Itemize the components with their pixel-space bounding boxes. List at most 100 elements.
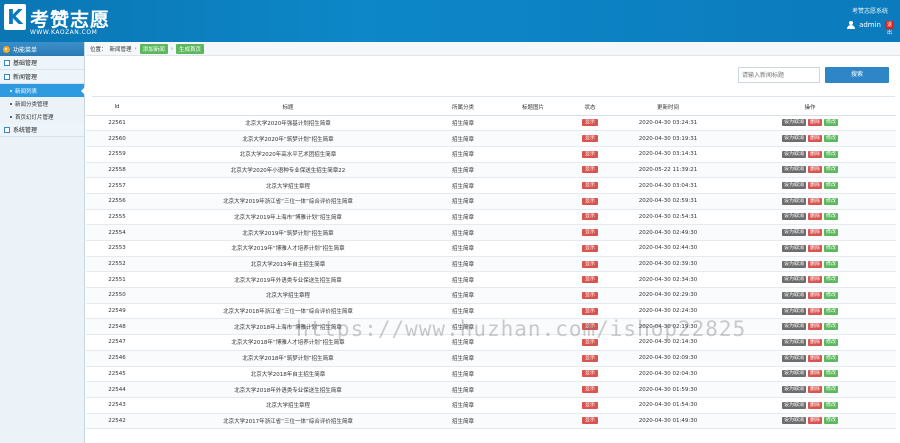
sidebar-subitem-slides[interactable]: 首页幻灯片管理: [0, 110, 84, 123]
cell-title[interactable]: 北京大学2019年上海市“博雅计划”招生简章: [148, 209, 428, 226]
delete-button[interactable]: 删除: [807, 135, 822, 143]
cell-title[interactable]: 北京大学2019年外语类专业保送生招生简章: [148, 271, 428, 289]
delete-button[interactable]: 删除: [807, 323, 822, 331]
toggle-top-button[interactable]: 设为取消: [781, 386, 806, 394]
cell-title[interactable]: 北京大学招生章程: [148, 177, 428, 194]
status-badge[interactable]: 显示: [581, 166, 598, 174]
toggle-top-button[interactable]: 设为取消: [781, 401, 806, 409]
status-badge[interactable]: 显示: [581, 229, 598, 237]
cell-title[interactable]: 北京大学2020年高水平艺术团招生简章: [148, 146, 428, 163]
cell-title[interactable]: 北京大学2018年自主招生简章: [148, 366, 428, 383]
exit-icon[interactable]: 退出: [885, 21, 894, 36]
edit-button[interactable]: 修改: [824, 150, 839, 158]
edit-button[interactable]: 修改: [824, 307, 839, 315]
delete-button[interactable]: 删除: [807, 370, 822, 378]
edit-button[interactable]: 修改: [824, 135, 839, 143]
status-badge[interactable]: 显示: [581, 323, 598, 331]
delete-button[interactable]: 删除: [807, 260, 822, 268]
status-badge[interactable]: 显示: [581, 244, 598, 252]
edit-button[interactable]: 修改: [824, 370, 839, 378]
toggle-top-button[interactable]: 设为取消: [781, 135, 806, 143]
toggle-top-button[interactable]: 设为取消: [781, 150, 806, 158]
cell-title[interactable]: 北京大学2019年“筑梦计划”招生简章: [148, 224, 428, 241]
edit-button[interactable]: 修改: [824, 244, 839, 252]
cell-title[interactable]: 北京大学2018年外语类专业保送生招生简章: [148, 381, 428, 398]
toggle-top-button[interactable]: 设为取消: [781, 370, 806, 378]
toggle-top-button[interactable]: 设为取消: [781, 182, 806, 190]
edit-button[interactable]: 修改: [824, 291, 839, 299]
edit-button[interactable]: 修改: [824, 338, 839, 346]
edit-button[interactable]: 修改: [824, 276, 839, 284]
cell-title[interactable]: 北京大学2017年浙江省“三位一体”综合评价招生简章: [148, 413, 428, 430]
toggle-top-button[interactable]: 设为取消: [781, 307, 806, 315]
cell-title[interactable]: 北京大学2018年“筑梦计划”招生简章: [148, 350, 428, 367]
cell-title[interactable]: 北京大学2019年“博雅人才培养计划”招生简章: [148, 240, 428, 257]
toggle-top-button[interactable]: 设为取消: [781, 197, 806, 205]
toggle-top-button[interactable]: 设为取消: [781, 119, 806, 127]
status-badge[interactable]: 显示: [581, 135, 598, 143]
delete-button[interactable]: 删除: [807, 119, 822, 127]
edit-button[interactable]: 修改: [824, 386, 839, 394]
cell-title[interactable]: 北京大学2018年“博雅人才培养计划”招生简章: [148, 334, 428, 351]
toggle-top-button[interactable]: 设为取消: [781, 229, 806, 237]
toggle-top-button[interactable]: 设为取消: [781, 354, 806, 362]
edit-button[interactable]: 修改: [824, 354, 839, 362]
toggle-top-button[interactable]: 设为取消: [781, 417, 806, 425]
delete-button[interactable]: 删除: [807, 213, 822, 221]
generate-home-button[interactable]: 生成首页: [175, 43, 204, 54]
cell-title[interactable]: 北京大学招生章程: [148, 397, 428, 414]
status-badge[interactable]: 显示: [581, 182, 598, 190]
toggle-top-button[interactable]: 设为取消: [781, 244, 806, 252]
status-badge[interactable]: 显示: [581, 338, 598, 346]
toggle-top-button[interactable]: 设为取消: [781, 166, 806, 174]
edit-button[interactable]: 修改: [824, 119, 839, 127]
status-badge[interactable]: 显示: [581, 401, 598, 409]
delete-button[interactable]: 删除: [807, 291, 822, 299]
edit-button[interactable]: 修改: [824, 229, 839, 237]
edit-button[interactable]: 修改: [824, 197, 839, 205]
delete-button[interactable]: 删除: [807, 166, 822, 174]
edit-button[interactable]: 修改: [824, 213, 839, 221]
status-badge[interactable]: 显示: [581, 260, 598, 268]
breadcrumb-news-manage[interactable]: 新闻管理: [110, 45, 132, 53]
status-badge[interactable]: 显示: [581, 197, 598, 205]
status-badge[interactable]: 显示: [581, 370, 598, 378]
sidebar-item-system[interactable]: 系统管理: [0, 123, 84, 137]
edit-button[interactable]: 修改: [824, 323, 839, 331]
toggle-top-button[interactable]: 设为取消: [781, 323, 806, 331]
status-badge[interactable]: 显示: [581, 307, 598, 315]
toggle-top-button[interactable]: 设为取消: [781, 276, 806, 284]
sidebar-item-basic[interactable]: 基础管理: [0, 56, 84, 70]
status-badge[interactable]: 显示: [581, 119, 598, 127]
cell-title[interactable]: 北京大学2018年浙江省“三位一体”综合评价招生简章: [148, 303, 428, 320]
edit-button[interactable]: 修改: [824, 417, 839, 425]
cell-title[interactable]: 北京大学2020年强基计划招生简章: [148, 115, 428, 132]
add-news-button[interactable]: 添加新闻: [139, 43, 168, 54]
delete-button[interactable]: 删除: [807, 182, 822, 190]
sidebar-subitem-news-list[interactable]: 新闻列表: [0, 84, 85, 97]
delete-button[interactable]: 删除: [807, 354, 822, 362]
cell-title[interactable]: 北京大学2018年上海市“博雅计划”招生简章: [148, 318, 428, 336]
search-button[interactable]: 搜索: [825, 67, 889, 83]
toggle-top-button[interactable]: 设为取消: [781, 291, 806, 299]
sidebar-item-news[interactable]: 新闻管理: [0, 70, 84, 84]
delete-button[interactable]: 删除: [807, 401, 822, 409]
cell-title[interactable]: 北京大学2019年自主招生简章: [148, 256, 428, 273]
status-badge[interactable]: 显示: [581, 291, 598, 299]
delete-button[interactable]: 删除: [807, 417, 822, 425]
toggle-top-button[interactable]: 设为取消: [781, 338, 806, 346]
toggle-top-button[interactable]: 设为取消: [781, 260, 806, 268]
menu-head[interactable]: 功能菜单: [0, 42, 84, 56]
delete-button[interactable]: 删除: [807, 307, 822, 315]
edit-button[interactable]: 修改: [824, 166, 839, 174]
delete-button[interactable]: 删除: [807, 229, 822, 237]
status-badge[interactable]: 显示: [581, 417, 598, 425]
user-name[interactable]: admin: [859, 21, 881, 29]
cell-title[interactable]: 北京大学招生章程: [148, 287, 428, 304]
cell-title[interactable]: 北京大学2019年浙江省“三位一体”综合评价招生简章: [148, 193, 428, 210]
delete-button[interactable]: 删除: [807, 244, 822, 252]
edit-button[interactable]: 修改: [824, 182, 839, 190]
delete-button[interactable]: 删除: [807, 276, 822, 284]
delete-button[interactable]: 删除: [807, 386, 822, 394]
status-badge[interactable]: 显示: [581, 150, 598, 158]
